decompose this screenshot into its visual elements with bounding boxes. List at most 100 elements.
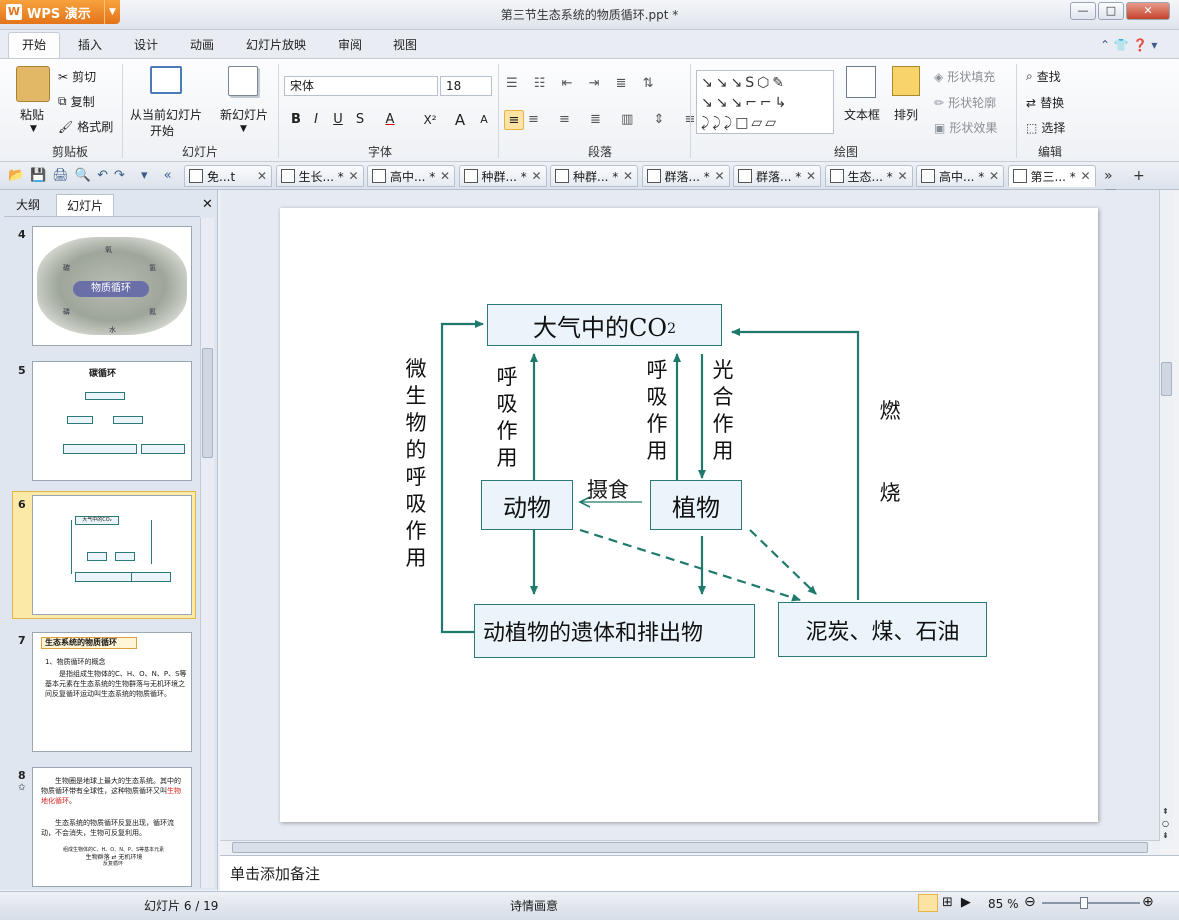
scrollbar-thumb[interactable] (202, 348, 213, 458)
paste-button[interactable]: 粘贴 (20, 106, 44, 123)
textbox-icon[interactable] (846, 66, 876, 98)
group-label-slides: 幻灯片 (181, 145, 218, 159)
close-tab-icon[interactable]: ✕ (989, 169, 999, 183)
vertical-scrollbar[interactable]: ⇞ ○ ⇟ (1159, 190, 1173, 840)
atmosphere-co2-box[interactable]: 大气中的CO 2 (487, 304, 722, 346)
underline-button[interactable]: U (328, 110, 348, 130)
replace-button[interactable]: ⇄ 替换 (1026, 94, 1064, 111)
document-tab[interactable]: 免...t ✕ (184, 165, 272, 187)
thumbnail-text: 物质循环 (73, 281, 149, 297)
superscript-button[interactable]: X² (420, 110, 440, 130)
plant-box[interactable]: 植物 (650, 480, 742, 530)
scrollbar-thumb[interactable] (1161, 362, 1172, 396)
quick-access-toolbar[interactable]: 📂💾🖨🔍↶↷ ▾ « (8, 168, 178, 183)
chevron-down-icon[interactable]: ▼ (240, 124, 247, 134)
horizontal-scrollbar[interactable] (220, 840, 1160, 854)
grow-font-button[interactable]: A (450, 110, 470, 130)
close-button[interactable]: ✕ (1126, 2, 1170, 20)
close-tab-icon[interactable]: ✕ (257, 169, 267, 183)
bold-button[interactable]: B (286, 110, 306, 130)
font-color-button[interactable]: A (380, 110, 400, 130)
zoom-slider[interactable] (1042, 902, 1140, 904)
document-tab[interactable]: 高中... * ✕ (916, 165, 1004, 187)
italic-button[interactable]: I (306, 110, 326, 130)
select-button[interactable]: ⬚ 选择 (1026, 119, 1065, 136)
slide-thumbnail-4[interactable]: 物质循环 氧 碳 磷 氢 氮 水 (32, 226, 192, 346)
document-tab[interactable]: 第三... * ✕ (1007, 165, 1096, 187)
slideshow-icon[interactable] (150, 66, 182, 94)
minimize-button[interactable]: — (1070, 2, 1096, 20)
scrollbar-thumb[interactable] (232, 842, 1148, 853)
shrink-font-button[interactable]: A (474, 110, 494, 130)
document-tab[interactable]: 种群... * ✕ (550, 165, 638, 187)
arrange-icon[interactable] (892, 66, 920, 96)
arrange-button[interactable]: 排列 (894, 106, 918, 123)
zoom-slider-handle[interactable] (1080, 897, 1088, 909)
close-tab-icon[interactable]: ✕ (714, 169, 724, 183)
find-button[interactable]: ⌕ 查找 (1026, 68, 1061, 85)
copy-button[interactable]: ⧉ 复制 (58, 93, 95, 110)
cut-button[interactable]: ✂ 剪切 (58, 68, 96, 85)
remains-box[interactable]: 动植物的遗体和排出物 (474, 604, 755, 658)
shape-outline-button[interactable]: ✏ 形状轮廓 (934, 94, 996, 111)
close-tab-icon[interactable]: ✕ (440, 169, 450, 183)
tab-view[interactable]: 视图 (393, 36, 417, 56)
list-buttons[interactable]: ☰ ☷ ⇤ ⇥ ≣ ⇅ (506, 76, 660, 91)
maximize-button[interactable]: □ (1098, 2, 1124, 20)
shape-gallery[interactable]: ↘↘↘S⬡✎ ↘↘↘⌐⌐↳ ⤸⤸⤸□▱▱ (696, 70, 834, 134)
document-tab[interactable]: 高中... * ✕ (367, 165, 455, 187)
ribbon-controls[interactable]: ⌃ 👕 ❓ ▾ (1100, 38, 1157, 52)
close-tab-icon[interactable]: ✕ (531, 169, 541, 183)
textbox-button[interactable]: 文本框 (844, 106, 880, 123)
close-tab-icon[interactable]: ✕ (623, 169, 633, 183)
tab-slides[interactable]: 幻灯片 (56, 194, 114, 216)
close-tab-icon[interactable]: ✕ (348, 169, 358, 183)
new-slide-button[interactable]: 新幻灯片 (220, 106, 268, 123)
align-buttons[interactable]: ≡ ≡ ≣ ▥ ⇕ ≡ (528, 112, 703, 127)
tab-design[interactable]: 设计 (134, 36, 158, 56)
align-left-button[interactable]: ≡ (504, 110, 524, 130)
tab-animation[interactable]: 动画 (190, 36, 214, 56)
paste-icon[interactable] (16, 66, 50, 102)
view-buttons[interactable]: ⊞▶ (942, 895, 979, 910)
tab-insert[interactable]: 插入 (78, 36, 102, 56)
normal-view-button[interactable] (918, 894, 938, 912)
slide-thumbnail-5[interactable]: 碳循环 (32, 361, 192, 481)
font-name-select[interactable]: 宋体 (284, 76, 438, 96)
chevron-down-icon[interactable]: ▼ (30, 124, 37, 134)
replace-icon: ⇄ (1026, 95, 1037, 110)
close-tab-icon[interactable]: ✕ (1080, 169, 1090, 183)
document-tab[interactable]: 群落... * ✕ (733, 165, 821, 187)
from-current-slide-button[interactable]: 从当前幻灯片 (130, 106, 202, 123)
fossil-fuel-box[interactable]: 泥炭、煤、石油 (778, 602, 987, 657)
shape-fill-button[interactable]: ◈ 形状填充 (934, 68, 995, 85)
zoom-in-button[interactable]: ⊕ (1142, 894, 1154, 910)
zoom-out-button[interactable]: ⊖ (1024, 894, 1036, 910)
shape-effect-button[interactable]: ▣ 形状效果 (934, 119, 997, 136)
thumbnail-scrollbar[interactable] (200, 218, 214, 888)
from-current-slide-label-2[interactable]: 开始 (150, 122, 174, 139)
page-nav-icon[interactable]: ⇞ ○ ⇟ (1162, 806, 1169, 842)
document-tab[interactable]: 生态... * ✕ (824, 165, 913, 187)
document-tab[interactable]: 群落... * ✕ (641, 165, 730, 187)
document-tab[interactable]: 种群... * ✕ (458, 165, 547, 187)
divider (1016, 64, 1017, 158)
close-tab-icon[interactable]: ✕ (806, 169, 816, 183)
notes-input[interactable]: 单击添加备注 (220, 855, 1179, 891)
tab-home[interactable]: 开始 (8, 32, 60, 58)
close-tab-icon[interactable]: ✕ (897, 169, 907, 183)
tab-review[interactable]: 审阅 (338, 36, 362, 56)
arrow-burning (731, 328, 860, 600)
font-size-select[interactable]: 18 (440, 76, 492, 96)
tab-outline[interactable]: 大纲 (6, 194, 50, 216)
close-pane-icon[interactable]: ✕ (202, 197, 213, 212)
slide-thumbnail-6[interactable]: 大气中的CO₂ (32, 495, 192, 615)
shadow-button[interactable]: S (350, 110, 370, 130)
slide-thumbnail-8[interactable]: 生物圈是地球上最大的生态系统。其中的物质循环带有全球性，这种物质循环又叫生物地化… (32, 767, 192, 887)
animal-box[interactable]: 动物 (481, 480, 573, 530)
slide-thumbnail-7[interactable]: 生态系统的物质循环 1、物质循环的概念 是指组成生物体的C、H、O、N、P、S等… (32, 632, 192, 752)
document-tab[interactable]: 生长... * ✕ (275, 165, 364, 187)
format-painter-button[interactable]: 🖌 格式刷 (58, 118, 113, 135)
new-slide-icon[interactable] (228, 66, 258, 96)
tab-slideshow[interactable]: 幻灯片放映 (246, 36, 306, 56)
